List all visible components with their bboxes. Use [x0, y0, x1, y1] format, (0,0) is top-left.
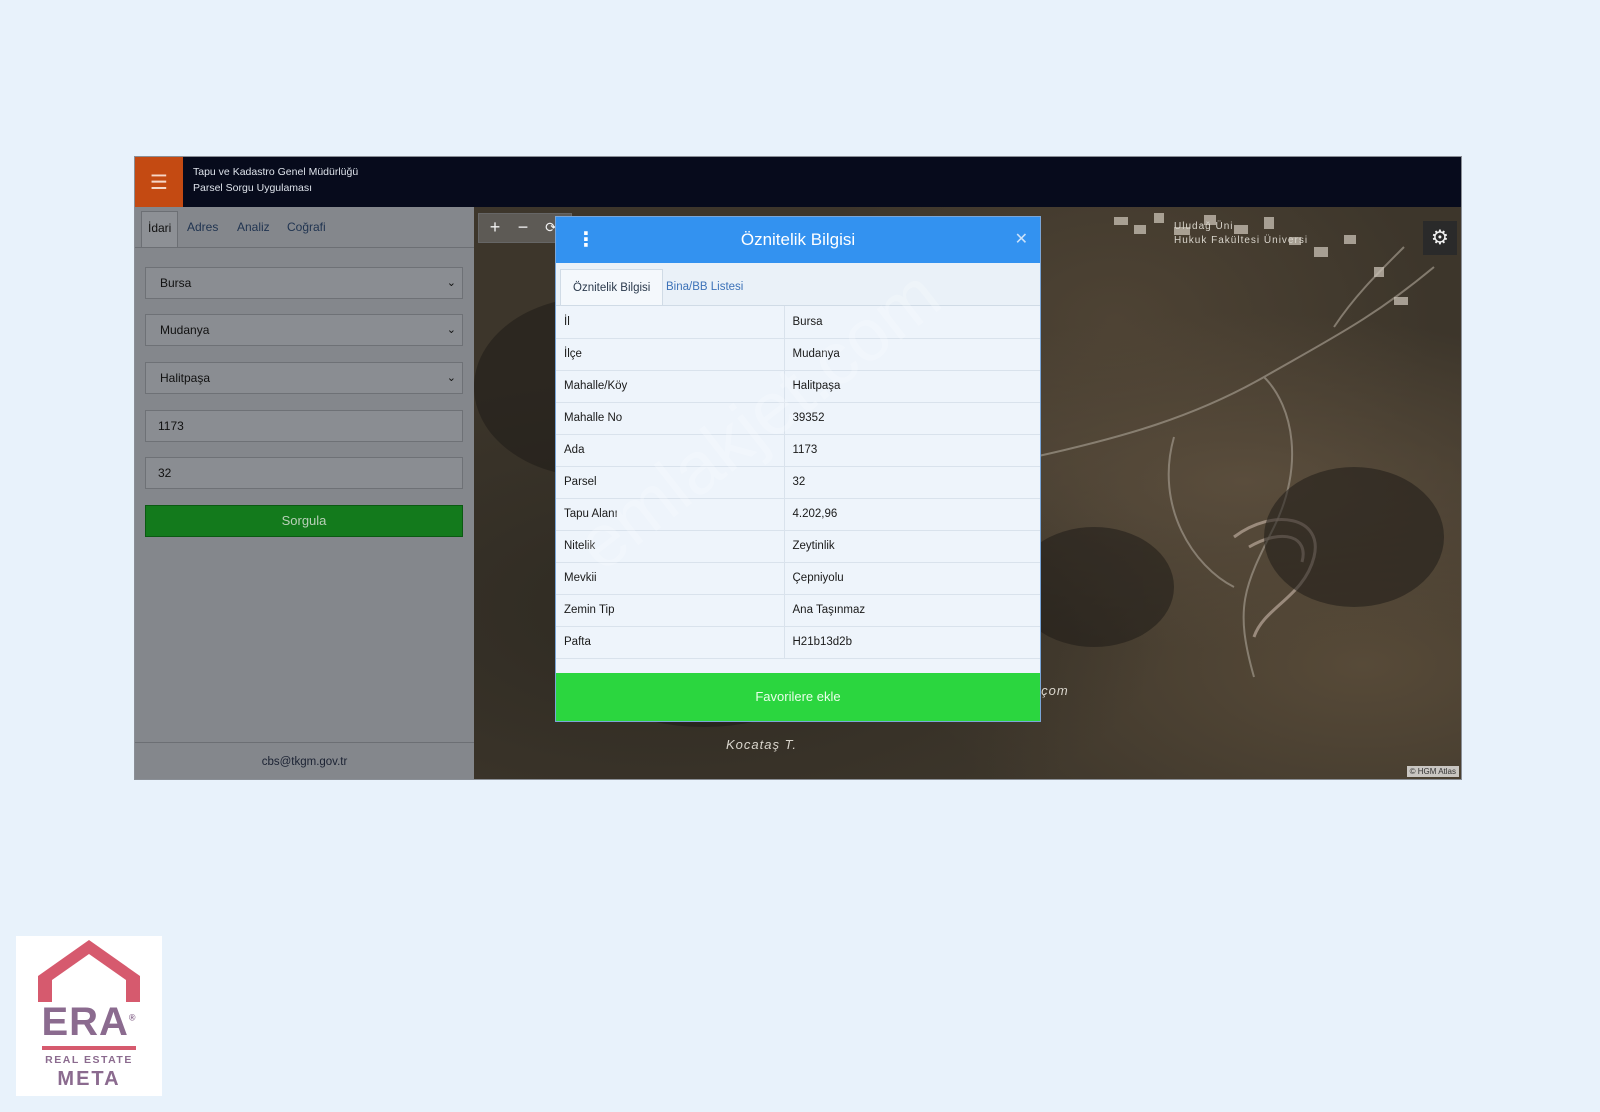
chevron-down-icon: ⌄ — [446, 324, 456, 336]
il-select[interactable]: Bursa ⌄ — [145, 267, 463, 299]
modal-tabs: Öznitelik Bilgisi Bina/BB Listesi — [556, 263, 1040, 306]
attr-key: İl — [556, 306, 785, 339]
attr-value: Çepniyolu — [784, 562, 1040, 595]
attr-key: Zemin Tip — [556, 594, 785, 627]
mahalle-select[interactable]: Halitpaşa ⌄ — [145, 362, 463, 394]
attr-value: 4.202,96 — [784, 498, 1040, 531]
parsel-input[interactable]: 32 — [145, 457, 463, 489]
sidebar-tabs: İdari Adres Analiz Coğrafi — [135, 207, 474, 248]
modal-header: ⋮ Öznitelik Bilgisi ✕ — [556, 217, 1040, 263]
logo-brand-text: ERA — [41, 1000, 129, 1044]
zoom-out-icon[interactable]: − — [511, 216, 535, 240]
attr-key: Nitelik — [556, 530, 785, 563]
logo-bar — [42, 1046, 136, 1050]
attr-key: Mahalle No — [556, 402, 785, 435]
attr-key: Ada — [556, 434, 785, 467]
add-to-favorites-button[interactable]: Favorilere ekle — [556, 673, 1040, 721]
table-row: Ada 1173 — [556, 434, 1040, 467]
attr-value: 1173 — [784, 434, 1040, 467]
map-label-campus2: Hukuk Fakültesi Üniversi — [1174, 235, 1309, 246]
table-row: Parsel 32 — [556, 466, 1040, 499]
tab-bina-bb-listesi[interactable]: Bina/BB Listesi — [654, 269, 755, 305]
logo-registered: ® — [128, 1012, 137, 1023]
app-title-line2: Parsel Sorgu Uygulaması — [193, 182, 313, 194]
attr-key: Pafta — [556, 626, 785, 659]
attr-value: Mudanya — [784, 338, 1040, 371]
attribute-table: İl Bursa İlçe Mudanya Mahalle/Köy Halitpaşa… — [556, 306, 1040, 659]
attr-key: Tapu Alanı — [556, 498, 785, 531]
map-label-campus1: Uludağ Üni — [1174, 221, 1234, 232]
top-bar: ☰ Tapu ve Kadastro Genel Müdürlüğü Parse… — [135, 157, 1461, 207]
tab-cografi[interactable]: Coğrafi — [281, 211, 332, 247]
tab-analiz[interactable]: Analiz — [231, 211, 276, 247]
attr-value: Ana Taşınmaz — [784, 594, 1040, 627]
table-row: Tapu Alanı 4.202,96 — [556, 498, 1040, 531]
table-row: Nitelik Zeytinlik — [556, 530, 1040, 563]
contact-email[interactable]: cbs@tkgm.gov.tr — [135, 742, 474, 779]
gear-icon[interactable]: ⚙ — [1423, 221, 1457, 255]
attr-key: Mevkii — [556, 562, 785, 595]
app-title-line1: Tapu ve Kadastro Genel Müdürlüğü — [193, 166, 359, 178]
attr-value: 39352 — [784, 402, 1040, 435]
app-title: Tapu ve Kadastro Genel Müdürlüğü Parsel … — [193, 164, 358, 196]
table-row: İl Bursa — [556, 306, 1040, 339]
zoom-in-icon[interactable]: + — [483, 216, 507, 240]
logo-meta: META — [57, 1068, 121, 1090]
mahalle-select-value: Halitpaşa — [160, 371, 211, 385]
logo-brand: ERA® — [16, 1000, 162, 1045]
tab-adres[interactable]: Adres — [181, 211, 224, 247]
attr-key: Parsel — [556, 466, 785, 499]
modal-title: Öznitelik Bilgisi — [740, 230, 856, 249]
table-row: Mahalle No 39352 — [556, 402, 1040, 435]
table-row: Pafta H21b13d2b — [556, 626, 1040, 659]
sorgula-button[interactable]: Sorgula — [145, 505, 463, 537]
table-row: Mevkii Çepniyolu — [556, 562, 1040, 595]
table-row: Zemin Tip Ana Taşınmaz — [556, 594, 1040, 627]
map-attribution: © HGM Atlas — [1406, 766, 1459, 777]
ilce-select[interactable]: Mudanya ⌄ — [145, 314, 463, 346]
chevron-down-icon: ⌄ — [446, 277, 456, 289]
more-options-icon[interactable]: ⋮ — [576, 217, 596, 263]
query-sidebar: İdari Adres Analiz Coğrafi Bursa ⌄ Mudan… — [135, 207, 474, 779]
era-logo: ERA® REAL ESTATE META — [16, 936, 162, 1096]
logo-real-estate: REAL ESTATE — [45, 1054, 133, 1066]
table-row: İlçe Mudanya — [556, 338, 1040, 371]
ilce-select-value: Mudanya — [160, 323, 210, 337]
attribute-info-modal: ⋮ Öznitelik Bilgisi ✕ Öznitelik Bilgisi … — [555, 216, 1041, 722]
il-select-value: Bursa — [160, 276, 192, 290]
attr-value: 32 — [784, 466, 1040, 499]
attr-value: Halitpaşa — [784, 370, 1040, 403]
chevron-down-icon: ⌄ — [446, 372, 456, 384]
attr-value: Zeytinlik — [784, 530, 1040, 563]
attr-key: Mahalle/Köy — [556, 370, 785, 403]
close-icon[interactable]: ✕ — [1015, 217, 1028, 263]
table-row: Mahalle/Köy Halitpaşa — [556, 370, 1040, 403]
map-label-place2: Kocataş T. — [726, 737, 797, 752]
hamburger-menu-button[interactable]: ☰ — [135, 157, 183, 207]
hamburger-icon: ☰ — [150, 171, 168, 194]
tab-idari[interactable]: İdari — [141, 211, 179, 247]
attr-value: H21b13d2b — [784, 626, 1040, 659]
ada-input[interactable]: 1173 — [145, 410, 463, 442]
attr-value: Bursa — [784, 306, 1040, 339]
attr-key: İlçe — [556, 338, 785, 371]
tab-oznitelik-bilgisi[interactable]: Öznitelik Bilgisi — [560, 269, 664, 305]
house-icon — [38, 940, 140, 1002]
